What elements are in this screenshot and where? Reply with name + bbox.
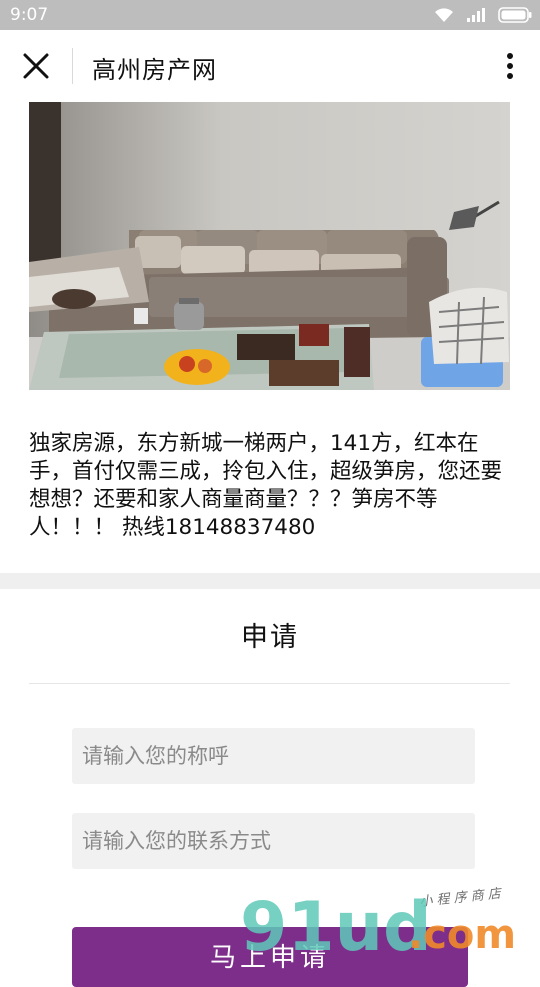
name-field[interactable]: [72, 728, 475, 784]
status-icons: [434, 7, 532, 23]
nav-divider: [72, 48, 73, 84]
listing-photo: [29, 102, 510, 390]
signal-icon: [466, 7, 486, 23]
battery-icon: [498, 7, 532, 23]
apply-title: 申请: [241, 622, 299, 653]
status-bar: 9:07: [0, 0, 540, 30]
apply-divider: [29, 683, 510, 684]
section-separator: [0, 573, 540, 589]
more-button[interactable]: [500, 48, 520, 84]
page-title: 高州房产网: [92, 56, 217, 84]
close-button[interactable]: [18, 48, 54, 84]
svg-text:小 程 序 商 店: 小 程 序 商 店: [419, 886, 504, 910]
more-vertical-icon: [507, 53, 513, 79]
close-icon: [23, 53, 49, 79]
nav-bar: 高州房产网: [0, 30, 540, 102]
wifi-icon: [434, 7, 454, 23]
submit-button[interactable]: 马上申请: [72, 927, 468, 987]
listing-description: 独家房源，东方新城一梯两户，141方，红本在手，首付仅需三成，拎包入住，超级笋房…: [29, 431, 503, 540]
contact-field[interactable]: [72, 813, 475, 869]
status-time: 9:07: [10, 5, 49, 25]
